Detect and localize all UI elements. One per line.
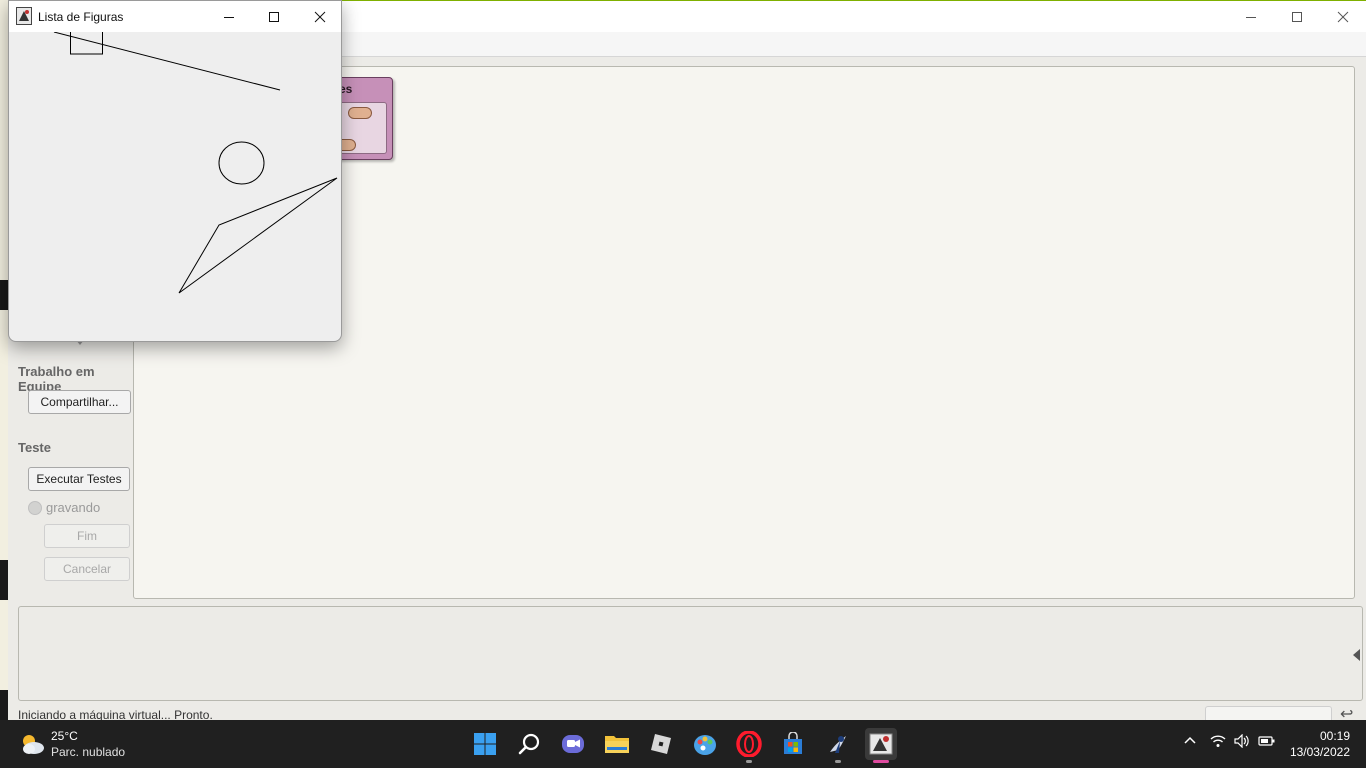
maximize-icon <box>1292 11 1302 22</box>
figures-titlebar[interactable]: Lista de Figuras <box>9 1 341 32</box>
expand-arrow-icon[interactable] <box>1353 649 1360 661</box>
figures-canvas <box>53 32 338 294</box>
run-tests-button[interactable]: Executar Testes <box>28 467 130 491</box>
file-explorer-icon[interactable] <box>601 728 633 760</box>
running-indicator <box>746 760 752 763</box>
cancel-button[interactable]: Cancelar <box>44 557 130 581</box>
close-icon <box>1337 11 1349 22</box>
object-pill <box>348 107 372 119</box>
end-button[interactable]: Fim <box>44 524 130 548</box>
close-icon <box>314 11 326 22</box>
status-progress-box <box>1205 706 1332 720</box>
running-indicator <box>835 760 841 763</box>
weather-temperature[interactable]: 25°C <box>51 729 78 743</box>
weather-description[interactable]: Parc. nublado <box>51 745 125 759</box>
side-panel: Trabalho em Equipe Compartilhar... Teste… <box>8 340 133 600</box>
java-app-icon <box>16 7 32 25</box>
battery-charging-icon[interactable] <box>1258 734 1276 751</box>
recording-label: gravando <box>46 500 101 515</box>
figures-maximize-button[interactable] <box>251 1 297 32</box>
desktop-background <box>0 0 8 720</box>
java-app-icon[interactable] <box>865 728 897 763</box>
windows-start-icon[interactable] <box>469 728 501 760</box>
teams-chat-icon[interactable] <box>557 728 589 760</box>
minimize-icon <box>224 16 234 18</box>
show-hidden-icons-chevron-icon[interactable] <box>1183 734 1197 751</box>
active-indicator <box>873 760 889 763</box>
figures-window: Lista de Figuras <box>8 0 342 342</box>
opera-icon[interactable] <box>733 728 765 763</box>
clock-date[interactable]: 13/03/2022 <box>1290 745 1350 759</box>
figures-minimize-button[interactable] <box>206 1 252 32</box>
figures-close-button[interactable] <box>297 1 341 32</box>
roblox-icon[interactable] <box>645 728 677 760</box>
minimize-icon <box>1246 16 1256 18</box>
taskbar: 25°C Parc. nublado 00:19 13/03/2022 <box>0 720 1366 768</box>
partly-cloudy-icon[interactable] <box>18 730 46 758</box>
output-area[interactable] <box>18 606 1363 701</box>
figures-window-title: Lista de Figuras <box>38 10 124 24</box>
microsoft-store-icon[interactable] <box>777 728 809 760</box>
paint-icon[interactable] <box>689 728 721 760</box>
bluej-icon[interactable] <box>822 728 854 763</box>
triangle-shape <box>178 177 338 294</box>
volume-icon[interactable] <box>1234 733 1250 751</box>
main-maximize-button[interactable] <box>1274 1 1320 32</box>
main-minimize-button[interactable] <box>1228 1 1274 32</box>
class-box-body <box>332 102 387 154</box>
search-icon[interactable] <box>514 728 546 760</box>
wifi-icon[interactable] <box>1210 734 1226 751</box>
line-shape <box>53 32 281 91</box>
main-close-button[interactable] <box>1320 1 1366 32</box>
recording-indicator <box>28 501 42 515</box>
clock-time[interactable]: 00:19 <box>1320 729 1350 743</box>
test-section-title: Teste <box>18 440 51 455</box>
maximize-icon <box>269 11 279 22</box>
share-button[interactable]: Compartilhar... <box>28 390 131 414</box>
circle-shape <box>218 141 265 185</box>
